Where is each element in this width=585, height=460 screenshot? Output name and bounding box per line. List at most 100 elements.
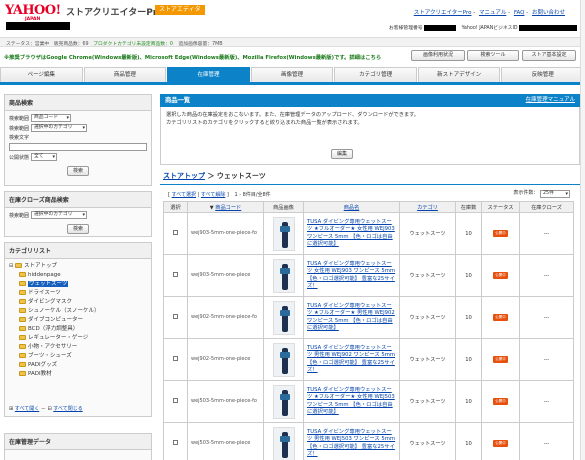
category-item[interactable]: PADIグッズ	[9, 361, 147, 370]
category-item[interactable]: シュノーケル（スノーケル）	[9, 307, 147, 316]
product-category-link[interactable]: プロダクトカテゴリ未設定商品数：0	[93, 42, 173, 47]
category-item[interactable]: ドライスーツ	[9, 289, 147, 298]
product-thumbnail[interactable]	[272, 342, 295, 377]
row-checkbox[interactable]	[173, 356, 178, 361]
category-item[interactable]: ブーツ・シューズ	[9, 352, 147, 361]
status-cell: 公開中	[481, 422, 520, 460]
category-item[interactable]: 小物・アクセサリー	[9, 343, 147, 352]
product-category: ウェットスーツ	[399, 254, 456, 297]
row-checkbox-cell	[163, 338, 188, 381]
stock-close-search-button[interactable]: 検索	[67, 224, 89, 234]
status-badge: 公開中	[493, 398, 508, 405]
product-image-cell	[263, 296, 304, 339]
product-name-link[interactable]: TUSA ダイビング専用ウェットスーツ 男性用 WEJ503 ワンピース 5mm…	[307, 429, 395, 457]
store-settings-button[interactable]: ストア基本設定	[522, 50, 576, 61]
redacted-business-id	[519, 24, 578, 31]
row-checkbox[interactable]	[173, 398, 178, 403]
stock-close-value: ---	[519, 422, 574, 460]
category-tree-controls: ⊞ すべて開く － ⊟ すべて閉じる	[9, 405, 83, 412]
search-input[interactable]	[9, 143, 147, 151]
stock-close-scope-select[interactable]: 選択中のカテゴリ	[31, 211, 87, 219]
product-thumbnail[interactable]	[272, 216, 295, 251]
deselect-all-link[interactable]: すべて解除	[201, 192, 225, 198]
product-name-link[interactable]: TUSA ダイビング専用ウェットスーツ 女性用 WEJ903 ワンピース 5mm…	[307, 261, 395, 289]
product-name-cell: TUSA ダイビング専用ウェットスーツ 女性用 WEJ903 ワンピース 5mm…	[303, 254, 400, 297]
per-page-label: 表示件数：	[513, 190, 539, 196]
search-field-select[interactable]: 商品コード	[31, 114, 71, 122]
per-page-select[interactable]: 25件	[540, 190, 570, 198]
column-header-name[interactable]: 商品名	[303, 201, 400, 213]
product-thumbnail[interactable]	[272, 384, 295, 419]
product-name-link[interactable]: TUSA ダイビング専用ウェットスーツ ★フルオーダー★ 男性用 WEJ902 …	[307, 303, 395, 331]
category-tree: ⊟ ストアトップ hiddenpage ウェットスーツ ドライスーツ ダイビング…	[5, 259, 151, 379]
stock-close-value: ---	[519, 254, 574, 297]
tab-image[interactable]: 画像管理	[250, 67, 334, 82]
tab-product[interactable]: 商品管理	[83, 67, 167, 82]
tab-inventory[interactable]: 在庫管理	[167, 67, 250, 82]
search-button[interactable]: 検索	[67, 166, 89, 176]
expand-all-link[interactable]: すべて開く	[15, 406, 39, 412]
search-tool-button[interactable]: 検索ツール	[467, 50, 519, 61]
row-checkbox[interactable]	[173, 230, 178, 235]
inventory-manual-link[interactable]: 在庫管理マニュアル	[526, 94, 575, 107]
tab-page-edit[interactable]: ページ編集	[0, 67, 83, 82]
product-thumbnail[interactable]	[272, 258, 295, 293]
folder-icon	[19, 353, 26, 358]
product-name-link[interactable]: TUSA ダイビング専用ウェットスーツ 男性用 WEJ902 ワンピース 5mm…	[307, 345, 395, 373]
category-item-selected[interactable]: ウェットスーツ	[9, 280, 147, 289]
product-thumbnail[interactable]	[272, 426, 295, 460]
browser-notice[interactable]: ※推奨ブラウザはGoogle Chrome(Windows最新版)、Micros…	[4, 53, 381, 61]
category-item[interactable]: PADI教材	[9, 370, 147, 379]
category-item[interactable]: ダイビングマスク	[9, 298, 147, 307]
category-item[interactable]: hiddenpage	[9, 271, 147, 280]
stock-count: 10	[455, 212, 482, 255]
stock-close-value: ---	[519, 338, 574, 381]
table-header-row: 選択 ▼ 商品コード 商品画像 商品名 カテゴリ 在庫数 ステータス 在庫クロー…	[163, 201, 574, 213]
stock-close-value: ---	[519, 212, 574, 255]
stock-count: 10	[455, 380, 482, 423]
select-all-link[interactable]: すべて選択	[172, 192, 196, 198]
page-scrollbar[interactable]	[580, 0, 585, 460]
row-checkbox[interactable]	[173, 440, 178, 445]
category-item[interactable]: レギュレーター・ゲージ	[9, 334, 147, 343]
inventory-data-title: 在庫管理データ	[5, 434, 151, 450]
category-item[interactable]: ダイブコンピューター	[9, 316, 147, 325]
category-item[interactable]: BCD（浮力調整具）	[9, 325, 147, 334]
product-name-link[interactable]: TUSA ダイビング専用ウェットスーツ ★フルオーダー★ 女性用 WEJ903 …	[307, 219, 395, 247]
yahoo-logo[interactable]: YAHOO! JAPAN	[5, 4, 63, 22]
tab-category[interactable]: カテゴリ管理	[334, 67, 417, 82]
table-row: wej902-5mm-one-piece TUSA ダイビング専用ウェットスーツ …	[163, 338, 574, 381]
product-code: wej902-5mm-one-piece-fo	[187, 296, 264, 339]
collapse-all-link[interactable]: すべて閉じる	[53, 406, 82, 412]
edit-button[interactable]: 編集	[331, 149, 353, 159]
link-faq[interactable]: FAQ	[514, 10, 525, 16]
product-thumbnail[interactable]	[272, 300, 295, 335]
description-line: カテゴリリストのカテゴリをクリックすると絞り込まれた商品一覧が表示されます。	[166, 120, 363, 126]
link-contact[interactable]: お問い合わせ	[532, 10, 565, 16]
link-manual[interactable]: マニュアル	[479, 10, 506, 16]
category-item[interactable]: ⊟ ストアトップ	[9, 262, 147, 271]
folder-icon	[19, 308, 26, 313]
row-checkbox[interactable]	[173, 272, 178, 277]
row-checkbox[interactable]	[173, 314, 178, 319]
folder-icon	[19, 299, 26, 304]
store-editor-badge: ストアエディタ	[155, 5, 205, 15]
search-scope-label: 検索範囲	[9, 125, 30, 132]
image-usage-button[interactable]: 画像利用状況	[411, 50, 465, 61]
column-header-code[interactable]: ▼ 商品コード	[187, 201, 264, 213]
column-header-stock: 在庫数	[455, 201, 482, 213]
tab-publish[interactable]: 反映管理	[501, 67, 585, 82]
link-store-creator[interactable]: ストアクリエイターPro	[414, 10, 472, 16]
publish-status-select[interactable]: 全て	[31, 153, 57, 161]
inventory-data-panel: 在庫管理データ	[4, 433, 152, 460]
tree-toggle-icon[interactable]: ⊟	[9, 263, 13, 269]
logo-main: YAHOO!	[5, 3, 61, 18]
row-checkbox-cell	[163, 422, 188, 460]
tab-new-store-design[interactable]: 新ストアデザイン	[417, 67, 501, 82]
column-header-category[interactable]: カテゴリ	[399, 201, 456, 213]
breadcrumb-root[interactable]: ストアトップ	[163, 172, 205, 180]
product-name-link[interactable]: TUSA ダイビング専用ウェットスーツ ★フルオーダー★ 女性用 WEJ503 …	[307, 387, 395, 415]
search-scope-select[interactable]: 選択中のカテゴリ	[31, 124, 87, 132]
product-image-cell	[263, 380, 304, 423]
link-separator: -	[526, 10, 529, 16]
